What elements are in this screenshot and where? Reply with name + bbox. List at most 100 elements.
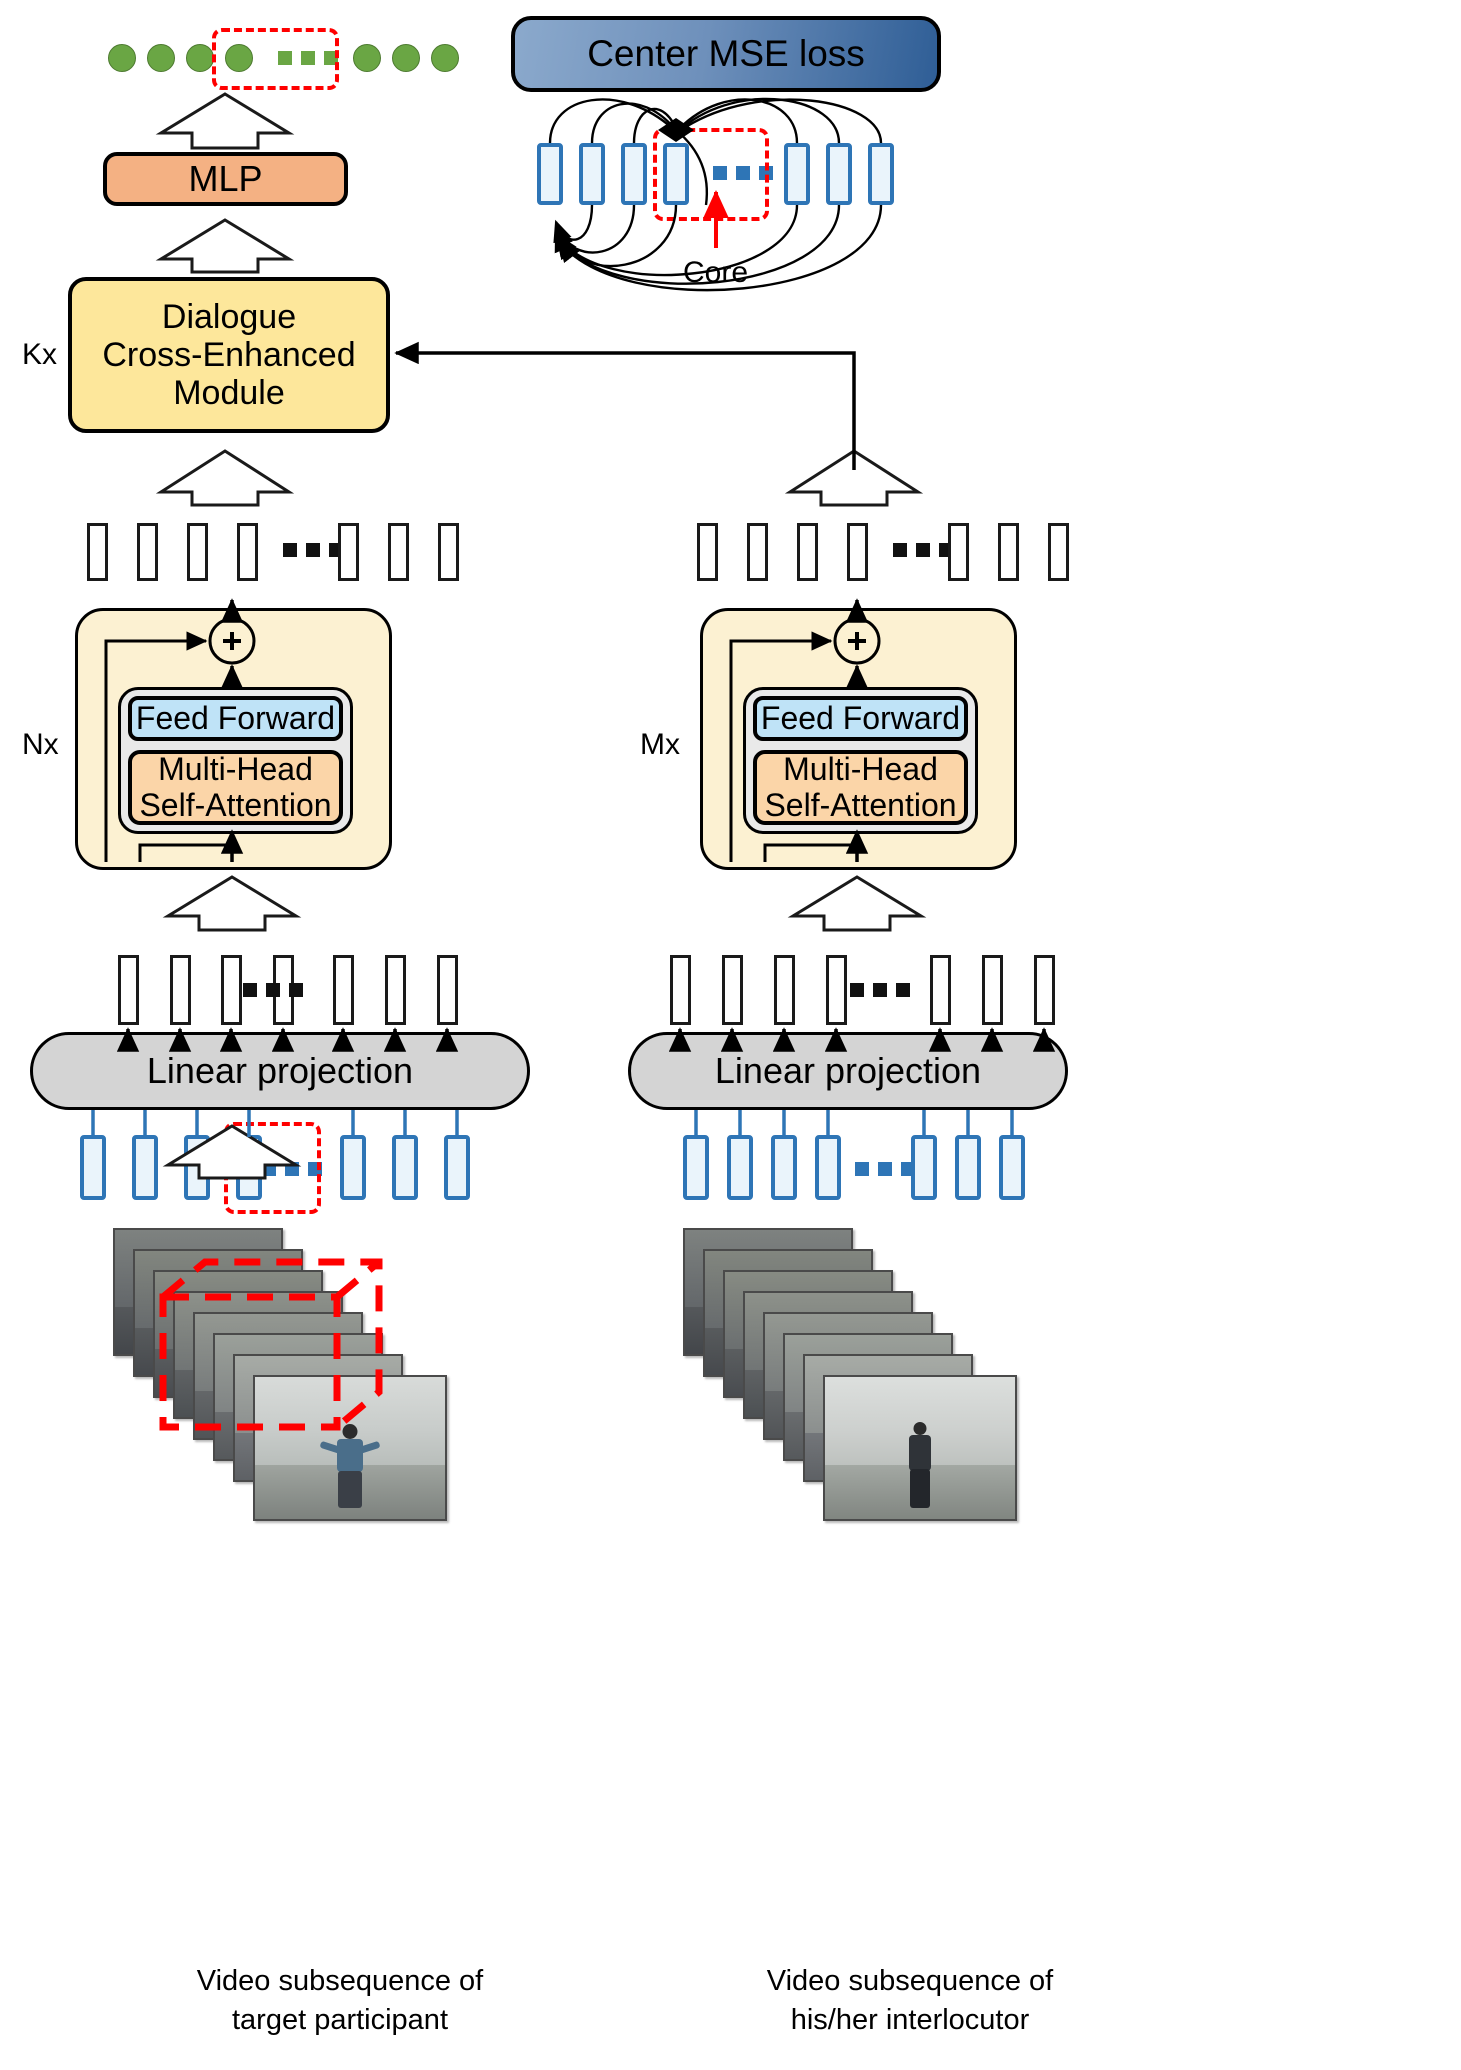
token xyxy=(847,523,868,581)
token xyxy=(221,955,242,1025)
left-mhsa-block: Multi-Head Self-Attention xyxy=(128,750,343,825)
right-feed-forward-block: Feed Forward xyxy=(753,696,968,741)
right-transformer-repeat-label: Mx xyxy=(640,728,680,761)
arrow-right-tokens-up xyxy=(784,449,924,507)
right-patch-stems xyxy=(694,1110,1014,1137)
right-mhsa-label-line1: Multi-Head xyxy=(783,750,938,787)
token xyxy=(1048,523,1069,581)
left-mhsa-label-line1: Multi-Head xyxy=(158,750,313,787)
dialogue-module-label-line1: Dialogue xyxy=(161,297,297,336)
left-video-caption-line2: target participant xyxy=(231,2004,448,2037)
output-circle xyxy=(353,44,381,72)
cross-connection-right-to-dialogue xyxy=(394,341,856,470)
output-circle xyxy=(431,44,459,72)
left-feed-forward-label: Feed Forward xyxy=(135,699,336,736)
token xyxy=(1034,955,1055,1025)
mlp-block: MLP xyxy=(103,152,348,206)
left-video-caption: Video subsequence of target participant xyxy=(130,1962,550,2040)
patch-token xyxy=(184,1135,210,1200)
token-ellipsis xyxy=(850,983,910,997)
arrow-right-transformer-to-tokens xyxy=(787,875,927,932)
output-circle xyxy=(186,44,214,72)
left-transformer-repeat-label: Nx xyxy=(22,728,59,761)
token xyxy=(998,523,1019,581)
output-circle xyxy=(108,44,136,72)
right-feed-forward-label: Feed Forward xyxy=(760,699,961,736)
output-circle xyxy=(147,44,175,72)
left-video-caption-line1: Video subsequence of xyxy=(196,1965,484,1997)
token xyxy=(137,523,158,581)
token xyxy=(774,955,795,1025)
token xyxy=(930,955,951,1025)
right-mhsa-label-line2: Self-Attention xyxy=(764,786,957,823)
right-mhsa-block: Multi-Head Self-Attention xyxy=(753,750,968,825)
right-video-caption: Video subsequence of his/her interlocuto… xyxy=(700,1962,1120,2040)
arrow-dialogue-to-mlp xyxy=(155,218,295,274)
arrow-left-tokens-to-dialogue xyxy=(155,449,295,507)
patch-token xyxy=(815,1135,841,1200)
arrow-left-transformer-to-tokens xyxy=(162,875,302,932)
loss-token xyxy=(826,143,852,205)
token xyxy=(982,955,1003,1025)
right-linear-projection: Linear projection xyxy=(628,1032,1068,1110)
core-annotation-label: Core xyxy=(683,256,749,289)
token xyxy=(118,955,139,1025)
mlp-label: MLP xyxy=(188,157,263,199)
token xyxy=(187,523,208,581)
arrow-mlp-to-output xyxy=(155,92,295,150)
dialogue-cross-enhanced-module: Dialogue Cross-Enhanced Module xyxy=(68,277,390,433)
left-core-patch-highlight xyxy=(224,1122,321,1214)
dialogue-module-label-line3: Module xyxy=(173,374,285,413)
loss-token xyxy=(868,143,894,205)
output-circle xyxy=(392,44,420,72)
patch-token xyxy=(955,1135,981,1200)
patch-token xyxy=(911,1135,937,1200)
center-mse-loss-block: Center MSE loss xyxy=(511,16,941,92)
token xyxy=(670,955,691,1025)
token-ellipsis xyxy=(283,543,343,557)
token xyxy=(338,523,359,581)
patch-token xyxy=(340,1135,366,1200)
patch-token xyxy=(444,1135,470,1200)
core-token-highlight xyxy=(653,128,769,221)
token xyxy=(87,523,108,581)
center-mse-loss-label: Center MSE loss xyxy=(587,33,865,75)
left-linear-projection-label: Linear projection xyxy=(146,1050,414,1091)
dialogue-module-label-line2: Cross-Enhanced xyxy=(102,335,356,374)
left-linear-projection: Linear projection xyxy=(30,1032,530,1110)
token-ellipsis xyxy=(243,983,303,997)
token xyxy=(697,523,718,581)
patch-token xyxy=(727,1135,753,1200)
loss-token xyxy=(537,143,563,205)
token-ellipsis xyxy=(893,543,953,557)
left-mhsa-label-line2: Self-Attention xyxy=(139,786,332,823)
architecture-diagram: MLP Dialogue Cross-Enhanced Module Kx Ce… xyxy=(0,0,1461,2070)
token xyxy=(237,523,258,581)
right-video-caption-line2: his/her interlocutor xyxy=(790,2004,1030,2037)
left-feed-forward-block: Feed Forward xyxy=(128,696,343,741)
left-video-frame-front xyxy=(253,1375,447,1521)
token xyxy=(747,523,768,581)
loss-token xyxy=(621,143,647,205)
loss-token xyxy=(784,143,810,205)
loss-token xyxy=(579,143,605,205)
token xyxy=(826,955,847,1025)
right-video-frame-front xyxy=(823,1375,1017,1521)
dialogue-repeat-label: Kx xyxy=(22,338,58,371)
token xyxy=(722,955,743,1025)
patch-token xyxy=(771,1135,797,1200)
core-output-highlight xyxy=(212,28,339,90)
right-video-caption-line1: Video subsequence of xyxy=(766,1965,1054,1997)
patch-token xyxy=(683,1135,709,1200)
token xyxy=(388,523,409,581)
token xyxy=(438,523,459,581)
token xyxy=(797,523,818,581)
token xyxy=(437,955,458,1025)
token xyxy=(333,955,354,1025)
patch-token xyxy=(999,1135,1025,1200)
patch-token-ellipsis xyxy=(855,1162,915,1176)
right-linear-projection-label: Linear projection xyxy=(714,1050,982,1091)
token xyxy=(170,955,191,1025)
patch-token xyxy=(392,1135,418,1200)
patch-token xyxy=(132,1135,158,1200)
